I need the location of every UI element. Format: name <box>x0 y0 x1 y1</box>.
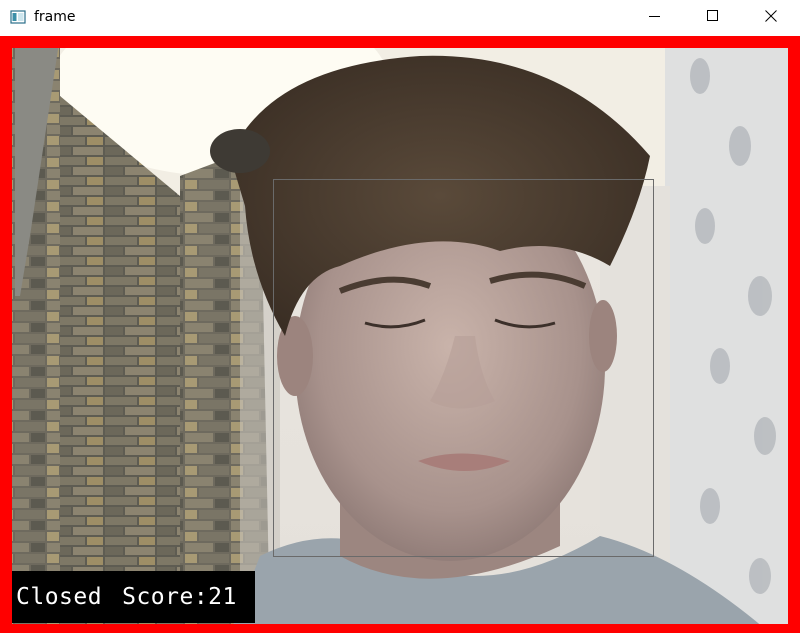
app-window-icon <box>10 9 26 25</box>
eye-status-label: Closed <box>16 584 103 610</box>
minimize-icon <box>649 9 661 27</box>
camera-frame: Closed Score:21 <box>0 36 800 633</box>
title-bar: frame <box>0 0 800 36</box>
face-detection-box <box>273 179 654 557</box>
close-icon <box>765 9 777 27</box>
window-title: frame <box>34 9 76 25</box>
score-label: Score:21 <box>122 584 237 610</box>
maximize-button[interactable] <box>684 0 742 36</box>
close-button[interactable] <box>742 0 800 36</box>
status-overlay: Closed Score:21 <box>12 571 255 623</box>
maximize-icon <box>707 9 719 27</box>
minimize-button[interactable] <box>626 0 684 36</box>
